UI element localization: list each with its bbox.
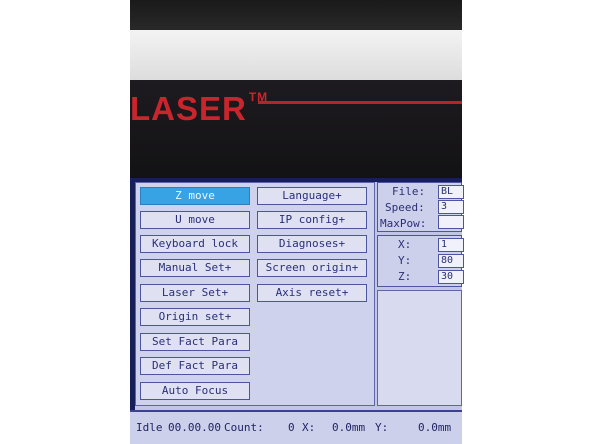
preview-panel xyxy=(377,290,462,406)
axis-reset-button[interactable]: Axis reset+ xyxy=(257,284,367,302)
status-count-value: 0 xyxy=(288,421,295,434)
file-label: File: xyxy=(392,185,426,198)
laser-set-button[interactable]: Laser Set+ xyxy=(140,284,250,302)
brand-text: LASER xyxy=(130,90,247,127)
axis-z-label: Z: xyxy=(398,270,412,283)
status-count-label: Count: xyxy=(224,421,264,434)
file-value: BL xyxy=(438,185,464,199)
axis-y-label: Y: xyxy=(398,254,412,267)
brand-accent-line xyxy=(258,101,462,104)
status-bar: Idle 00.00.00 Count: 0 X: 0.0mm Y: 0.0mm xyxy=(130,410,462,444)
auto-focus-button[interactable]: Auto Focus xyxy=(140,382,250,400)
axis-x-label: X: xyxy=(398,238,412,251)
screen-origin-button[interactable]: Screen origin+ xyxy=(257,259,367,277)
status-y-label: Y: xyxy=(375,421,389,434)
status-state: Idle xyxy=(136,421,163,434)
status-y-value: 0.0mm xyxy=(418,421,452,434)
speed-label: Speed: xyxy=(385,201,425,214)
device-bezel-silver xyxy=(130,30,462,82)
axis-z-value: 30 xyxy=(438,270,464,284)
language-button[interactable]: Language+ xyxy=(257,187,367,205)
origin-set-button[interactable]: Origin set+ xyxy=(140,308,250,326)
axis-y-value: 80 xyxy=(438,254,464,268)
status-time: 00.00.00 xyxy=(168,421,221,434)
axis-x-value: 1 xyxy=(438,238,464,252)
maxpow-value xyxy=(438,215,464,229)
ip-config-button[interactable]: IP config+ xyxy=(257,211,367,229)
u-move-button[interactable]: U move xyxy=(140,211,250,229)
status-x-label: X: xyxy=(302,421,316,434)
diagnoses-button[interactable]: Diagnoses+ xyxy=(257,235,367,253)
manual-set-button[interactable]: Manual Set+ xyxy=(140,259,250,277)
def-fact-para-button[interactable]: Def Fact Para xyxy=(140,357,250,375)
speed-value: 3 xyxy=(438,200,464,214)
z-move-button[interactable]: Z move xyxy=(140,187,250,205)
keyboard-lock-button[interactable]: Keyboard lock xyxy=(140,235,250,253)
set-fact-para-button[interactable]: Set Fact Para xyxy=(140,333,250,351)
maxpow-label: MaxPow: xyxy=(380,217,427,230)
brand-logo: LASER TM xyxy=(130,90,268,128)
status-x-value: 0.0mm xyxy=(332,421,366,434)
